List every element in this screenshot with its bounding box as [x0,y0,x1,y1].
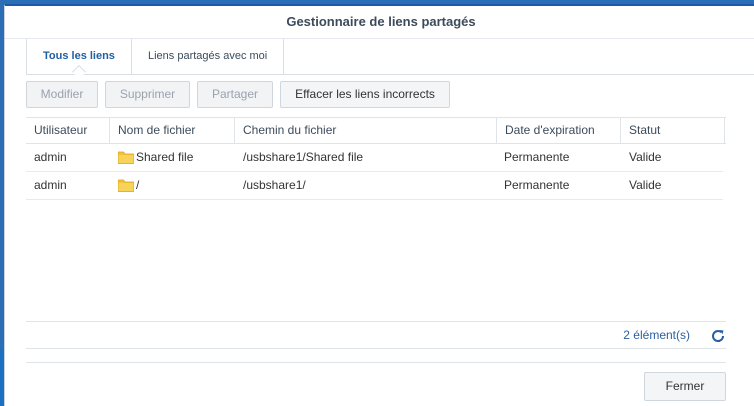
refresh-icon[interactable] [710,328,726,344]
column-header-file-path[interactable]: Chemin du fichier [235,118,497,143]
cell-status: Valide [629,150,662,164]
cell-file-name: / [136,178,140,192]
folder-icon [118,179,134,192]
dialog-title: Gestionnaire de liens partagés [286,14,476,29]
table-row[interactable]: admin Shared file /usbshare1/Shared file… [26,144,723,172]
modify-button[interactable]: Modifier [26,81,98,108]
column-header-status[interactable]: Statut [621,118,725,143]
column-header-file-name[interactable]: Nom de fichier [110,118,235,143]
cell-file-path: /usbshare1/Shared file [243,150,364,164]
tab-bar: Tous les liens Liens partagés avec moi [26,39,754,80]
table-status-bar: 2 élément(s) [26,321,726,349]
shared-links-dialog: Gestionnaire de liens partagés Tous les … [4,4,754,406]
delete-button[interactable]: Supprimer [105,81,190,108]
cell-file-path: /usbshare1/ [243,178,306,192]
share-button[interactable]: Partager [197,81,273,108]
table-row[interactable]: admin / /usbshare1/ Permanente Valide [26,172,723,200]
tab-shared-with-me[interactable]: Liens partagés avec moi [132,39,285,74]
footer-divider [26,362,726,363]
cell-expiration: Permanente [504,178,570,192]
close-button[interactable]: Fermer [644,372,726,401]
table-header: Utilisateur Nom de fichier Chemin du fic… [26,117,726,144]
column-header-expiration[interactable]: Date d'expiration [497,118,621,143]
cell-user: admin [34,178,67,192]
cell-status: Valide [629,178,662,192]
item-count: 2 élément(s) [623,328,690,342]
column-header-user[interactable]: Utilisateur [26,118,110,143]
cell-user: admin [34,150,67,164]
cell-expiration: Permanente [504,150,570,164]
clear-invalid-links-button[interactable]: Effacer les liens incorrects [280,81,450,108]
links-table: Utilisateur Nom de fichier Chemin du fic… [26,117,726,322]
cell-file-name: Shared file [136,150,194,164]
folder-icon [118,151,134,164]
